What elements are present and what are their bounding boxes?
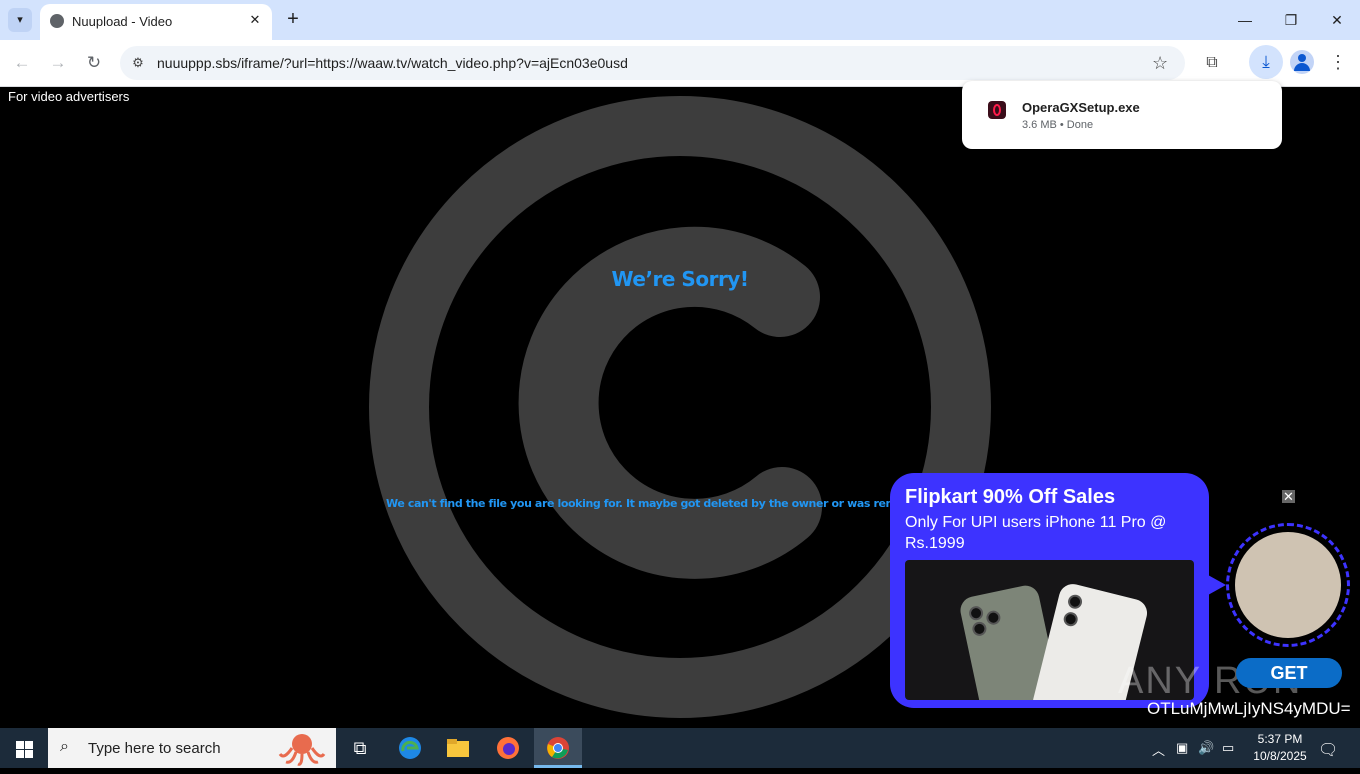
windows-logo-icon <box>16 741 24 749</box>
minimize-button[interactable]: — <box>1222 0 1268 40</box>
camera-lens <box>985 609 1002 626</box>
clock-time: 5:37 PM <box>1257 732 1303 746</box>
browser-toolbar: ← → ↻ ⚙ nuuuppp.sbs/iframe/?url=https://… <box>0 40 1360 87</box>
site-info-icon[interactable]: ⚙ <box>129 54 147 72</box>
ad-pointer <box>1208 575 1226 595</box>
chrome-icon[interactable] <box>534 728 582 768</box>
address-bar[interactable]: ⚙ nuuuppp.sbs/iframe/?url=https://waaw.t… <box>120 46 1185 80</box>
clock-date: 10/8/2025 <box>1253 749 1307 763</box>
camera-lens <box>971 620 988 638</box>
profile-avatar[interactable] <box>1290 50 1314 74</box>
advertisers-link[interactable]: For video advertisers <box>8 89 129 104</box>
url-text[interactable]: nuuuppp.sbs/iframe/?url=https://waaw.tv/… <box>157 55 628 71</box>
file-explorer-icon[interactable] <box>434 728 482 768</box>
profile-body <box>1294 63 1310 71</box>
tab-strip: ▾ Nuupload - Video ✕ + — ❐ ✕ <box>0 0 1360 40</box>
windows-logo-icon <box>25 741 33 749</box>
notifications-icon[interactable]: 🗨 <box>1318 740 1338 760</box>
ad-get-button[interactable]: GET <box>1236 658 1342 688</box>
extensions-icon[interactable]: ⧉ <box>1198 49 1226 77</box>
volume-icon[interactable]: 🔊 <box>1198 740 1214 756</box>
ad-avatar-circle[interactable] <box>1226 523 1350 647</box>
firefox-logo <box>497 737 519 759</box>
search-icon: ⌕ <box>60 738 69 755</box>
ad-phone-thumbnail <box>1235 532 1341 638</box>
download-popup: OperaGXSetup.exe 3.6 MB • Done <box>962 81 1282 149</box>
windows-logo-icon <box>16 750 24 758</box>
windows-start-button[interactable] <box>0 728 48 768</box>
network-icon[interactable]: ▭ <box>1222 740 1234 756</box>
taskbar-clock[interactable]: 5:37 PM 10/8/2025 <box>1250 731 1310 765</box>
edge-icon[interactable] <box>386 728 434 768</box>
downloads-icon[interactable]: ⤓ <box>1249 45 1283 79</box>
windows-taskbar: ⌕ Type here to search ⧉ ︿ ▣ 🔊 ▭ 5:37 PM … <box>0 728 1360 768</box>
camera-lens <box>1062 610 1080 628</box>
forward-button[interactable]: → <box>44 49 72 77</box>
chrome-logo <box>547 737 569 759</box>
close-window-button[interactable]: ✕ <box>1314 0 1360 40</box>
bookmark-star-icon[interactable]: ☆ <box>1152 53 1168 74</box>
tab-active[interactable]: Nuupload - Video ✕ <box>40 4 272 40</box>
octopus-icon <box>278 734 326 766</box>
firefox-icon[interactable] <box>484 728 532 768</box>
taskbar-search-box[interactable]: ⌕ Type here to search <box>48 728 336 768</box>
camera-lens <box>967 604 985 622</box>
task-view-icon[interactable]: ⧉ <box>336 728 384 768</box>
download-status: 3.6 MB • Done <box>1022 119 1094 131</box>
globe-icon <box>50 14 64 28</box>
new-tab-button[interactable]: + <box>282 8 304 30</box>
opera-logo-mark <box>993 104 1001 116</box>
meet-now-icon[interactable]: ▣ <box>1176 740 1188 756</box>
close-tab-icon[interactable]: ✕ <box>246 11 264 29</box>
back-button[interactable]: ← <box>8 49 36 77</box>
tab-title: Nuupload - Video <box>72 14 173 29</box>
sorry-heading: We’re Sorry! <box>611 267 749 291</box>
download-file-name[interactable]: OperaGXSetup.exe <box>1022 100 1140 115</box>
browser-menu-icon[interactable]: ⋮ <box>1328 48 1348 76</box>
ad-subtitle: Only For UPI users iPhone 11 Pro @ Rs.19… <box>905 514 1167 552</box>
tray-overflow-chevron-icon[interactable]: ︿ <box>1152 740 1165 759</box>
reload-button[interactable]: ↻ <box>80 49 108 77</box>
not-found-message: We can't find the file you are looking f… <box>386 497 896 510</box>
windows-logo-icon <box>25 750 33 758</box>
ad-close-icon[interactable]: ✕ <box>1282 490 1295 503</box>
ad-title: Flipkart 90% Off Sales <box>905 486 1116 508</box>
watermark-code: OTLuMjMwLjIyNS4yMDU= <box>1147 699 1351 718</box>
edge-logo <box>399 737 421 759</box>
search-placeholder: Type here to search <box>88 740 221 757</box>
tab-search-chevron-icon[interactable]: ▾ <box>8 8 32 32</box>
folder-logo <box>447 739 469 757</box>
camera-lens <box>1066 593 1084 611</box>
restore-button[interactable]: ❐ <box>1268 0 1314 40</box>
profile-head <box>1298 54 1306 62</box>
opera-gx-icon <box>988 101 1006 119</box>
